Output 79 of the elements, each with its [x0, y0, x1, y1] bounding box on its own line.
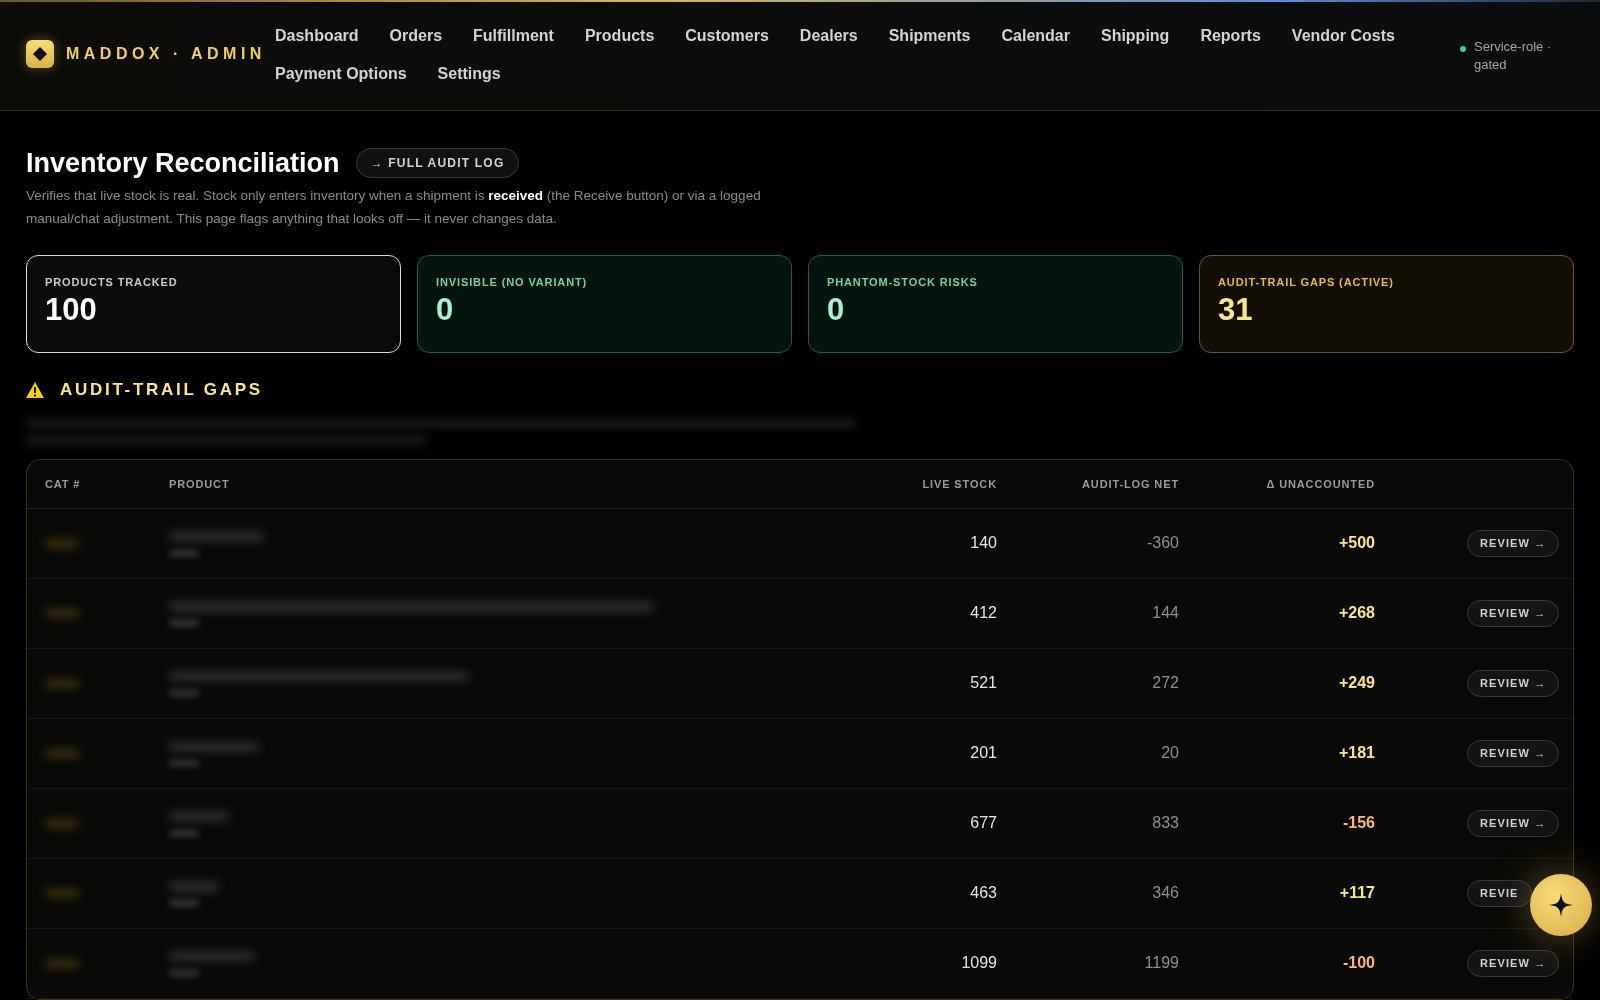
table-cell-text: 346: [1151, 883, 1179, 904]
page-title: Inventory Reconciliation: [26, 147, 340, 180]
review-button[interactable]: REVIEW →: [1467, 600, 1560, 627]
stat-value: 0: [827, 290, 846, 328]
review-button[interactable]: REVIEW →: [1467, 950, 1560, 977]
review-button[interactable]: REVIE: [1467, 880, 1532, 907]
full-audit-log-button[interactable]: → FULL AUDIT LOG: [355, 148, 520, 179]
stat-value: 31: [1218, 290, 1254, 328]
blurred-product-sku: [169, 969, 199, 976]
table-cell-text: +117: [1338, 883, 1375, 904]
stat-value: 100: [45, 290, 98, 328]
nav-link[interactable]: Dealers: [799, 24, 858, 48]
assistant-button[interactable]: [1530, 874, 1592, 936]
nav-link[interactable]: Vendor Costs: [1291, 24, 1395, 48]
review-button[interactable]: REVIEW →: [1467, 670, 1560, 697]
table-cell-text: 272: [1151, 673, 1179, 694]
table-cell-text: 677: [969, 813, 997, 834]
nav-link[interactable]: Settings: [437, 62, 501, 86]
stat-label: PHANTOM-STOCK RISKS: [827, 275, 979, 291]
blurred-product-sku: [169, 899, 199, 906]
sparkle-icon: [1549, 893, 1573, 917]
nav-link[interactable]: Dashboard: [275, 24, 359, 48]
status-dot: [1460, 46, 1466, 52]
nav-link[interactable]: Reports: [1200, 24, 1261, 48]
blurred-product-sku: [169, 549, 199, 556]
table-cell-text: +181: [1337, 743, 1375, 764]
blurred-product-sku: [169, 619, 199, 626]
column-header: CAT #: [45, 476, 82, 492]
table-cell-text: -360: [1145, 533, 1179, 554]
column-header: AUDIT-LOG NET: [1081, 476, 1179, 492]
nav-link[interactable]: Products: [584, 24, 655, 48]
page-description: Verifies that live stock is real. Stock only enters inventory when a shipment is received (the Receive button) or via a logged manual/chat adjustment. This page flags anything that looks off — it never changes data.: [26, 187, 762, 229]
stat-label: INVISIBLE (NO VARIANT): [436, 275, 589, 291]
table-cell-text: +500: [1337, 533, 1375, 554]
blurred-catalog-number: [45, 748, 79, 758]
blurred-product-sku: [169, 759, 199, 766]
table-cell-text: 1199: [1143, 953, 1179, 974]
table-cell-text: 201: [969, 743, 997, 764]
nav-link[interactable]: Calendar: [1001, 24, 1070, 48]
nav-link[interactable]: Fulfillment: [473, 24, 554, 48]
stat-label: PRODUCTS TRACKED: [45, 275, 179, 291]
nav-link[interactable]: Shipments: [888, 24, 971, 48]
table-cell-text: -156: [1341, 813, 1375, 834]
blurred-product-sku: [169, 829, 199, 836]
blurred-catalog-number: [45, 678, 79, 688]
nav-link[interactable]: Payment Options: [275, 62, 407, 86]
table-cell-text: 412: [969, 603, 997, 624]
nav-link[interactable]: Orders: [389, 24, 443, 48]
stat-value: 0: [436, 290, 455, 328]
review-button[interactable]: REVIEW →: [1467, 530, 1560, 557]
blurred-catalog-number: [45, 958, 79, 968]
table-cell-text: -100: [1341, 953, 1375, 974]
section-title: AUDIT-TRAIL GAPS: [60, 379, 263, 402]
table-cell-text: 833: [1151, 813, 1179, 834]
logo-icon: [26, 40, 54, 68]
stat-label: AUDIT-TRAIL GAPS (ACTIVE): [1218, 275, 1395, 291]
blurred-product-sku: [169, 689, 199, 696]
status-text: Service-role · gated: [1474, 38, 1553, 74]
table-cell-text: 140: [969, 533, 997, 554]
blurred-catalog-number: [45, 608, 79, 618]
table-cell-text: +249: [1337, 673, 1375, 694]
table-cell-text: 144: [1151, 603, 1179, 624]
review-button[interactable]: REVIEW →: [1467, 810, 1560, 837]
nav-link[interactable]: Shipping: [1100, 24, 1170, 48]
column-header: PRODUCT: [169, 476, 231, 492]
review-button[interactable]: REVIEW →: [1467, 740, 1560, 767]
warning-icon: [26, 382, 44, 398]
column-header: LIVE STOCK: [921, 476, 997, 492]
table-cell-text: 521: [969, 673, 997, 694]
brand-name: MADDOX · ADMIN: [66, 44, 266, 64]
nav-link[interactable]: Customers: [685, 24, 769, 48]
blurred-catalog-number: [45, 888, 79, 898]
table-cell-text: +268: [1337, 603, 1375, 624]
table-cell-text: 20: [1160, 743, 1179, 764]
column-header: Δ UNACCOUNTED: [1265, 476, 1375, 492]
blurred-catalog-number: [45, 538, 79, 548]
table-cell-text: 463: [969, 883, 997, 904]
blurred-catalog-number: [45, 818, 79, 828]
table-cell-text: 1099: [960, 953, 997, 974]
